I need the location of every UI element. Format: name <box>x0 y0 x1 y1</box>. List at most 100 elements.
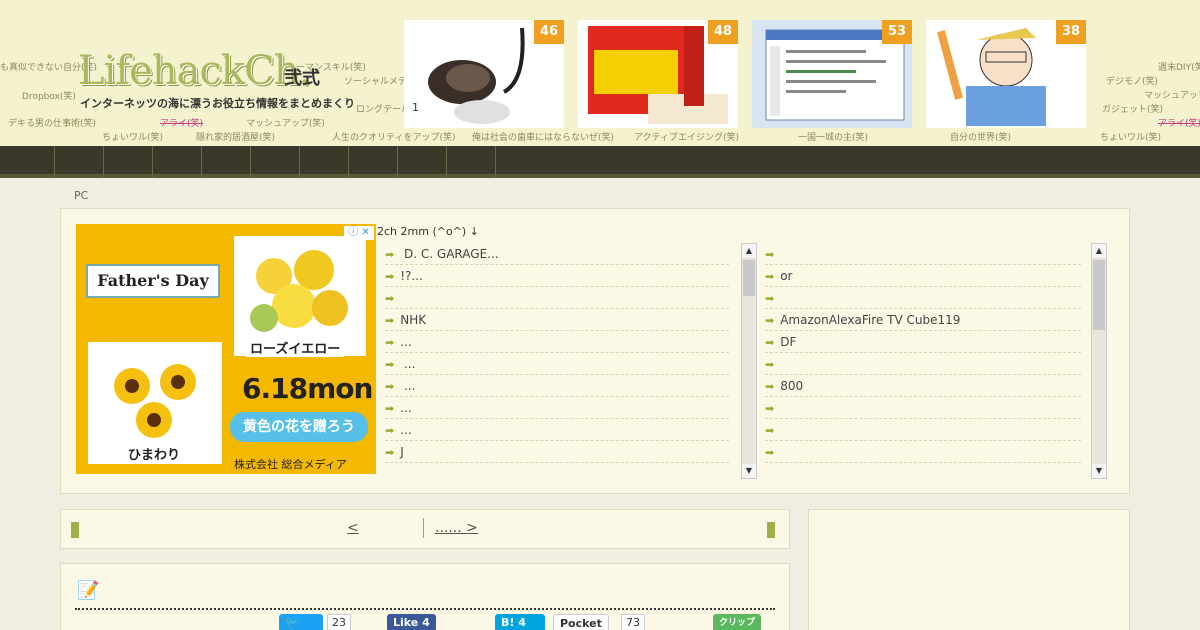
nav-item[interactable] <box>398 146 447 178</box>
nav-item[interactable] <box>6 146 55 178</box>
popular-count-badge: 53 <box>882 20 912 44</box>
list-item[interactable]: ➡ NHK <box>385 309 729 331</box>
related-heading: 2ch 2mm (^o^) ↓ <box>377 225 479 238</box>
header-tag[interactable]: マッシュアップ(笑) <box>246 116 325 129</box>
ad-banner: Father's Day <box>86 264 220 298</box>
nav-item[interactable] <box>153 146 202 178</box>
scroll-thumb[interactable] <box>1093 260 1105 330</box>
header-tag[interactable]: デキる男の仕事術(笑) <box>8 116 96 129</box>
nav-item[interactable] <box>251 146 300 178</box>
arrow-icon: ➡ <box>385 248 395 261</box>
header-tag[interactable]: ガジェット(笑) <box>1102 102 1163 115</box>
prev-article-link[interactable]: < <box>347 520 413 536</box>
nav-item[interactable] <box>202 146 251 178</box>
advertisement[interactable]: ⓘ ✕ Father's Day ローズイエロー ひまわり 6.18mon 黄色… <box>76 224 376 474</box>
header-tag[interactable]: 俺は社会の歯車にはならないぜ(笑) <box>472 130 614 143</box>
list-item[interactable]: ➡ J <box>385 441 729 463</box>
header-tag[interactable]: ちょいワル(笑) <box>102 130 163 143</box>
pocket-count: 73 <box>621 614 645 630</box>
article-pager: < ...... > <box>60 509 790 549</box>
header-tag[interactable]: ちょいワル(笑) <box>1100 130 1161 143</box>
header-tag[interactable]: マッシュアップ(笑) <box>1144 88 1200 101</box>
related-right-scrollbar[interactable]: ▲ ▼ <box>1091 243 1107 479</box>
site-logo[interactable]: LifehackCh. <box>78 48 311 94</box>
header-tag[interactable]: 隠れ家的居酒屋(笑) <box>196 130 275 143</box>
site-logo-suffix[interactable]: 弐式 <box>284 64 320 90</box>
list-item[interactable]: ➡ <box>765 441 1081 463</box>
global-nav <box>0 146 1200 178</box>
article-title-rule <box>75 608 775 610</box>
list-item[interactable]: ➡ <box>765 419 1081 441</box>
arrow-icon: ➡ <box>765 402 775 415</box>
list-item[interactable]: ➡ <box>765 353 1081 375</box>
sidebar-box <box>808 509 1130 630</box>
twitter-icon: 🐦 <box>285 616 299 629</box>
scroll-thumb[interactable] <box>743 260 755 296</box>
list-item[interactable]: ➡!?... <box>385 265 729 287</box>
related-panel: ⓘ ✕ Father's Day ローズイエロー ひまわり 6.18mon 黄色… <box>60 208 1130 494</box>
header-tag[interactable]: アライ(笑) <box>1158 116 1200 129</box>
popular-thumbnail[interactable]: 46 1 <box>404 20 564 128</box>
list-item[interactable]: ➡ ... <box>385 353 729 375</box>
thumbnail-caption: 1 <box>412 101 419 114</box>
header-tag[interactable]: デジモノ(笑) <box>1106 74 1158 87</box>
arrow-icon: ➡ <box>385 380 395 393</box>
scroll-down-icon[interactable]: ▼ <box>1092 464 1106 478</box>
nav-item[interactable] <box>300 146 349 178</box>
breadcrumb[interactable]: PC <box>74 189 88 202</box>
header-tag[interactable]: 週末DIY(笑) <box>1158 60 1200 73</box>
header-tag[interactable]: Dropbox(笑) <box>22 89 76 102</box>
list-item[interactable]: ➡... <box>385 397 729 419</box>
header-tag[interactable]: アライ(笑) <box>160 116 203 129</box>
arrow-icon: ➡ <box>385 292 395 305</box>
evernote-clip-button[interactable]: クリップ <box>713 614 762 630</box>
ad-date: 6.18mon <box>242 372 373 405</box>
nav-item[interactable] <box>447 146 496 178</box>
list-item[interactable]: ➡ DF <box>765 331 1081 353</box>
list-item[interactable]: ➡ AmazonAlexaFire TV Cube119 <box>765 309 1081 331</box>
next-article-link[interactable]: ...... > <box>435 520 595 536</box>
list-item[interactable]: ➡... <box>385 419 729 441</box>
related-left-scrollbar[interactable]: ▲ ▼ <box>741 243 757 479</box>
header-tag[interactable]: 一国一城の主(笑) <box>798 130 868 143</box>
tweet-count: 23 <box>327 614 351 630</box>
nav-item[interactable] <box>104 146 153 178</box>
list-item[interactable]: ➡ <box>765 243 1081 265</box>
list-item[interactable]: ➡ <box>765 397 1081 419</box>
popular-count-badge: 38 <box>1056 20 1086 44</box>
list-item[interactable]: ➡... <box>385 331 729 353</box>
scroll-down-icon[interactable]: ▼ <box>742 464 756 478</box>
arrow-icon: ➡ <box>385 402 395 415</box>
pager-divider <box>423 518 424 538</box>
nav-item[interactable] <box>55 146 104 178</box>
popular-thumbnail[interactable]: 48 <box>578 20 738 128</box>
scroll-up-icon[interactable]: ▲ <box>742 244 756 258</box>
memo-icon: 📝 <box>77 580 100 601</box>
list-item[interactable]: ➡ ... <box>385 375 729 397</box>
related-list-right: ➡ ➡ or ➡ ➡ AmazonAlexaFire TV Cube119 ➡ DF … <box>765 243 1081 479</box>
header-tag[interactable]: アクティブエイジング(笑) <box>634 130 739 143</box>
nav-item[interactable] <box>349 146 398 178</box>
list-item[interactable]: ➡ D. C. GARAGE... <box>385 243 729 265</box>
hatena-bookmark-button[interactable]: B! 4 <box>495 614 545 630</box>
popular-thumbnail[interactable]: 53 <box>752 20 912 128</box>
facebook-like-button[interactable]: Like 4 <box>387 614 436 630</box>
popular-count-badge: 46 <box>534 20 564 44</box>
scroll-up-icon[interactable]: ▲ <box>1092 244 1106 258</box>
arrow-icon: ➡ <box>765 292 775 305</box>
list-item[interactable]: ➡ <box>765 287 1081 309</box>
list-item[interactable]: ➡ <box>385 287 729 309</box>
tweet-button[interactable]: 🐦 <box>279 614 323 630</box>
arrow-icon: ➡ <box>385 270 395 283</box>
arrow-icon: ➡ <box>765 358 775 371</box>
list-item[interactable]: ➡ 800 <box>765 375 1081 397</box>
site-header: も真似できない自分(笑) Dropbox(笑) デキる男の仕事術(笑) ちょいワ… <box>0 0 1200 146</box>
list-item[interactable]: ➡ or <box>765 265 1081 287</box>
arrow-icon: ➡ <box>765 446 775 459</box>
header-tag[interactable]: ロングテール <box>356 102 410 115</box>
popular-thumbnail[interactable]: 38 <box>926 20 1086 128</box>
header-tag[interactable]: 人生のクオリティをアップ(笑) <box>332 130 455 143</box>
rose-label: ローズイエロー <box>246 338 345 357</box>
pocket-button[interactable]: Pocket <box>553 614 609 630</box>
header-tag[interactable]: 自分の世界(笑) <box>950 130 1011 143</box>
